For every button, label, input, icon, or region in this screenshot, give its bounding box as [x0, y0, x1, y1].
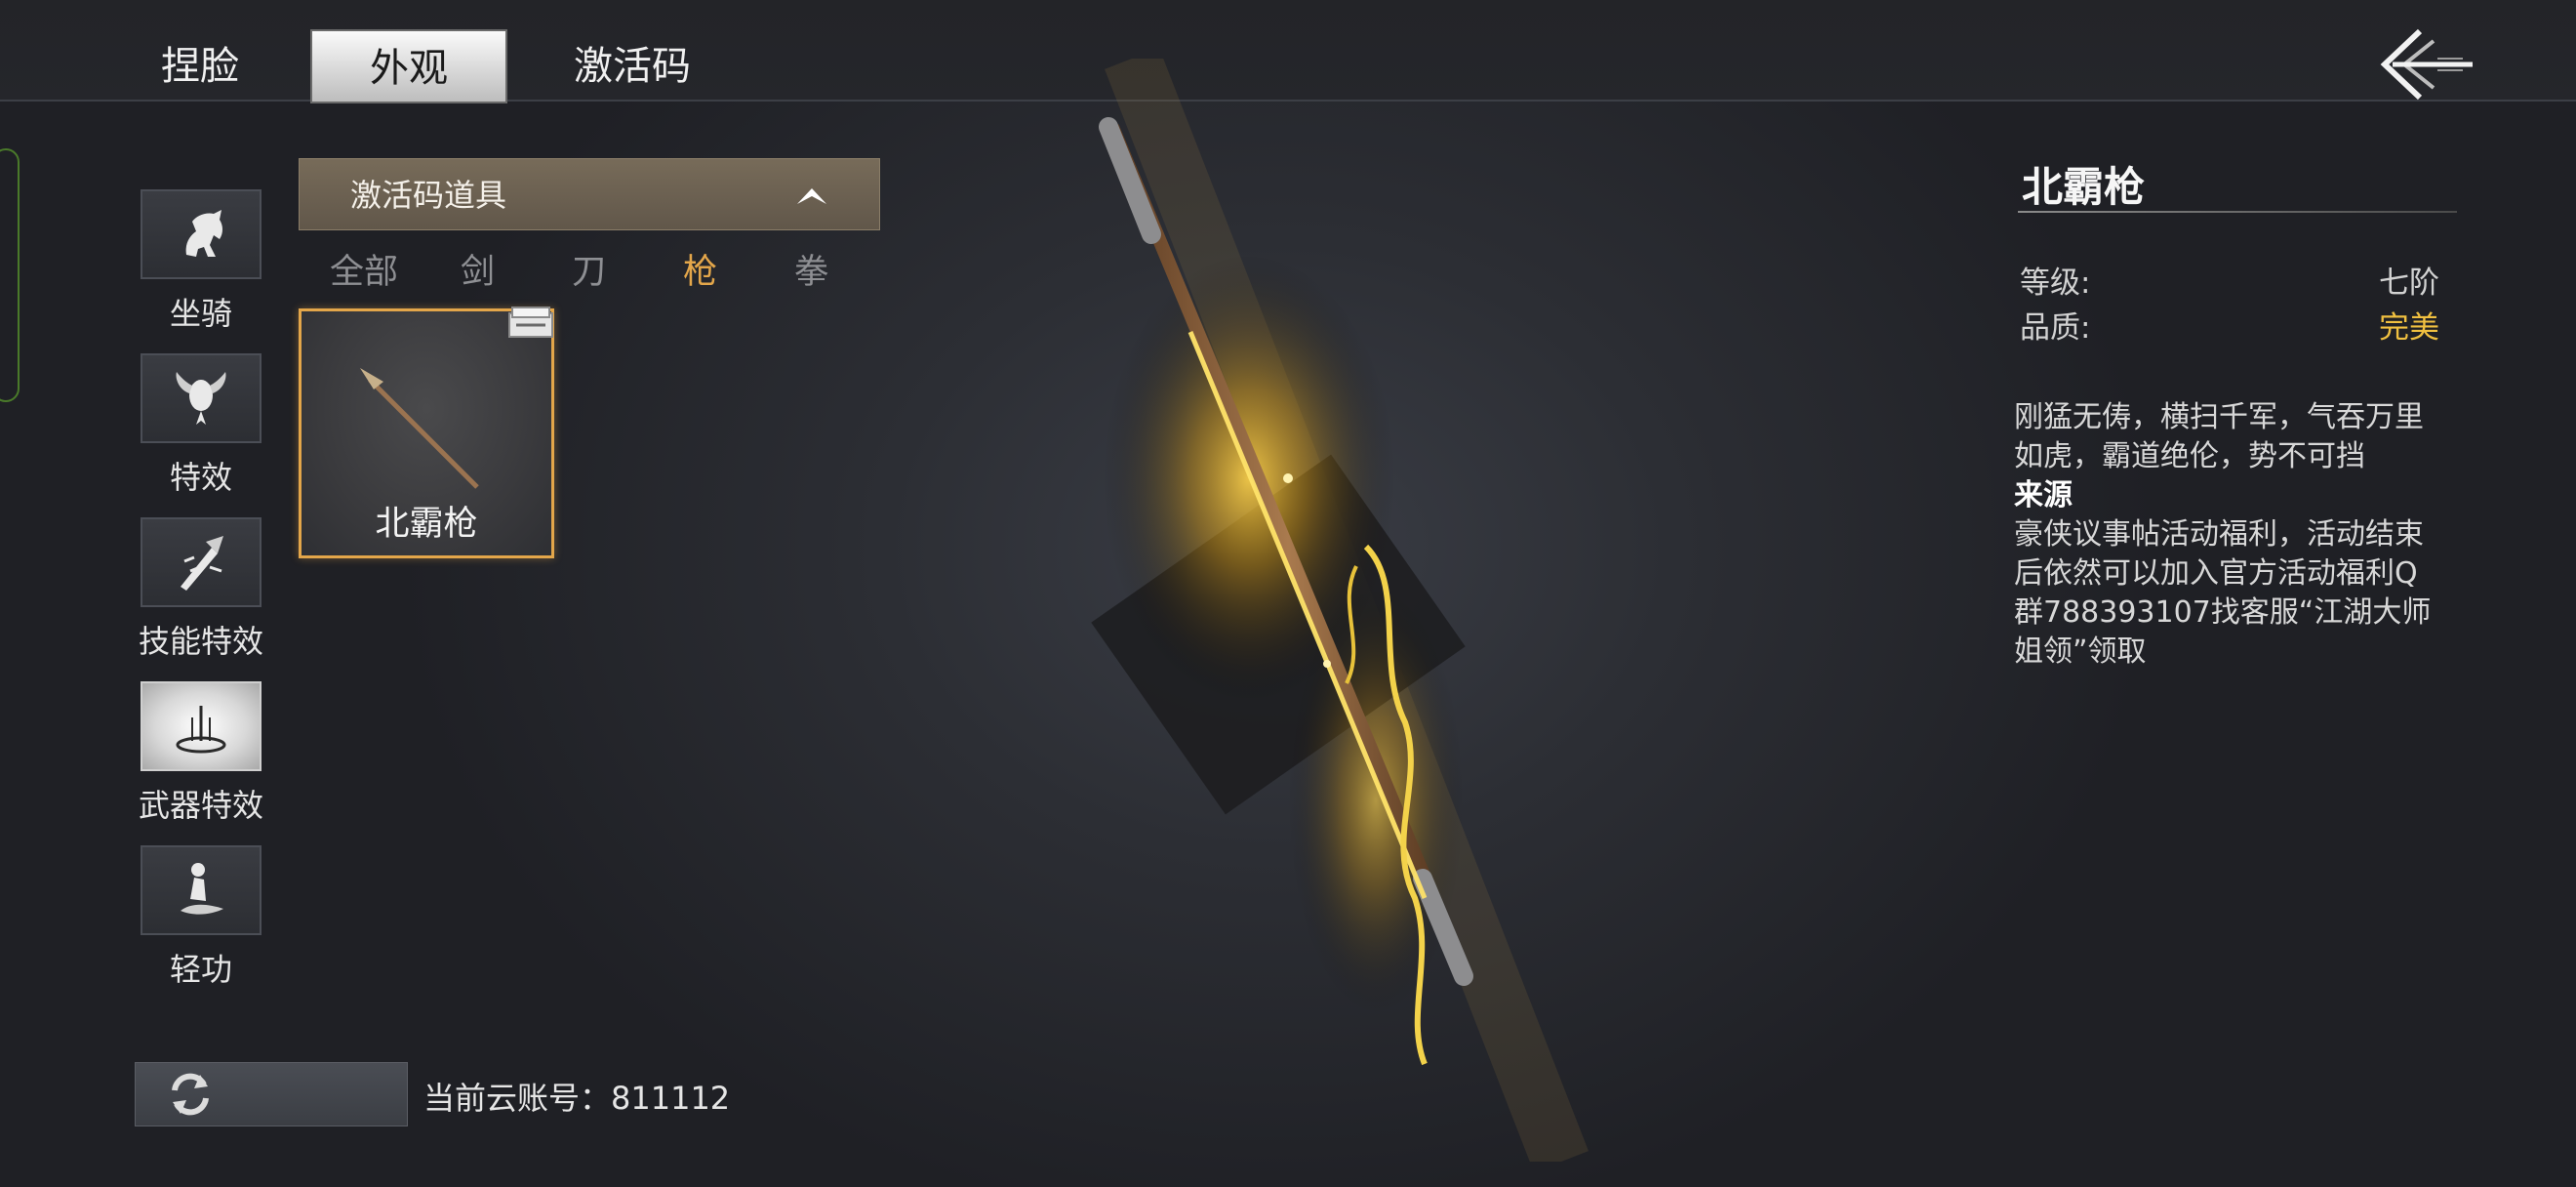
category-mount[interactable]: 坐骑 — [133, 189, 269, 334]
weapon-effect-icon — [176, 706, 226, 754]
source-text: 豪侠议事帖活动福利，活动结束后依然可以加入官方活动福利Q群788393107找客… — [2014, 517, 2432, 669]
qinggong-icon — [181, 863, 223, 915]
item-type-dropdown[interactable]: 激活码道具 — [299, 158, 880, 230]
category-label: 轻功 — [169, 951, 232, 988]
category-skill-effect[interactable]: 技能特效 — [133, 517, 269, 662]
category-box — [141, 845, 262, 935]
side-edge-handle — [0, 148, 20, 402]
filter-sword[interactable]: 剑 — [461, 244, 495, 294]
item-card-beiba-spear[interactable]: 北霸枪 — [299, 307, 554, 558]
detail-title: 北霸枪 — [2022, 163, 2146, 211]
skill-effect-icon — [181, 536, 223, 591]
chest-badge-icon — [508, 307, 553, 338]
category-qinggong[interactable]: 轻功 — [133, 845, 269, 990]
category-box — [141, 353, 262, 443]
tab-activation-code[interactable]: 激活码 — [556, 29, 708, 103]
spear-preview-image[interactable] — [1015, 59, 1600, 1162]
level-value: 七阶 — [2379, 266, 2439, 301]
filter-fist[interactable]: 拳 — [794, 244, 828, 294]
tab-face[interactable]: 捏脸 — [127, 29, 273, 103]
category-weapon-effect[interactable]: 武器特效 — [133, 681, 269, 826]
detail-divider — [2018, 211, 2457, 213]
filter-all[interactable]: 全部 — [330, 244, 398, 294]
back-arrow-icon[interactable] — [2369, 23, 2476, 105]
category-label: 坐骑 — [169, 295, 232, 332]
filter-spear[interactable]: 枪 — [683, 244, 717, 294]
category-label: 特效 — [169, 459, 232, 496]
category-box — [141, 681, 262, 771]
horse-icon — [185, 210, 222, 257]
tab-appearance[interactable]: 外观 — [310, 29, 507, 103]
sync-account-button[interactable] — [135, 1062, 408, 1126]
cloud-account-text: 当前云账号：811112 — [423, 1080, 731, 1117]
category-box — [141, 189, 262, 279]
quality-label: 品质: — [2020, 310, 2091, 346]
appearance-screen: 捏脸 外观 激活码 坐骑 特效 技能特效 武器特效 轻功 激活码道具 全部 剑 … — [0, 0, 2576, 1187]
chevron-up-icon — [797, 188, 826, 204]
quality-value: 完美 — [2379, 310, 2439, 346]
item-name: 北霸枪 — [375, 505, 478, 544]
category-effect[interactable]: 特效 — [133, 353, 269, 498]
wing-effect-icon — [176, 372, 226, 425]
spear-thumbnail-icon — [360, 368, 479, 489]
category-box — [141, 517, 262, 607]
detail-level-row: 等级: 七阶 — [2020, 258, 2439, 302]
detail-quality-row: 品质: 完美 — [2020, 303, 2439, 347]
level-label: 等级: — [2020, 266, 2091, 301]
detail-description: 刚猛无俦，横扫千军，气吞万里如虎，霸道绝伦，势不可挡 来源 豪侠议事帖活动福利，… — [2014, 398, 2443, 672]
dropdown-label: 激活码道具 — [350, 177, 507, 214]
category-label: 技能特效 — [138, 623, 263, 660]
refresh-icon — [172, 1073, 209, 1116]
category-label: 武器特效 — [138, 787, 263, 824]
flavor-text: 刚猛无俦，横扫千军，气吞万里如虎，霸道绝伦，势不可挡 — [2014, 400, 2424, 473]
source-heading: 来源 — [2014, 478, 2073, 512]
filter-blade[interactable]: 刀 — [572, 244, 606, 294]
